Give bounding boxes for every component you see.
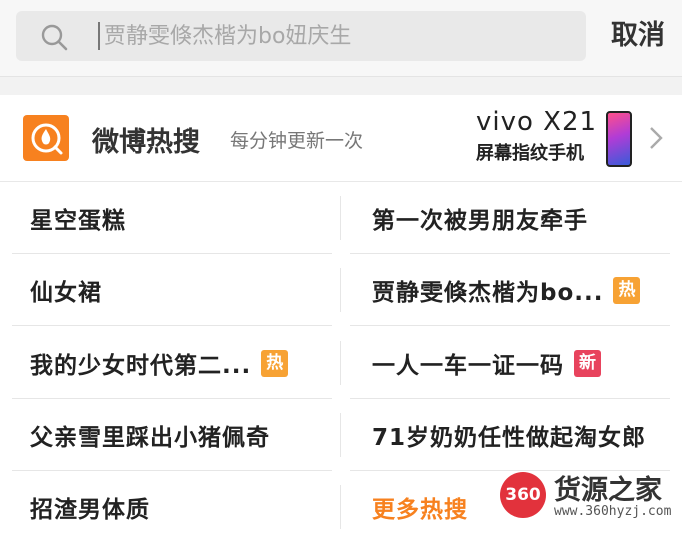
hot-search-label: 仙女裙 — [30, 280, 102, 306]
grid-divider — [340, 341, 341, 385]
search-box[interactable] — [16, 11, 586, 61]
weibo-hot-title: 微博热搜 — [92, 127, 200, 158]
hot-search-item[interactable]: 我的少女时代第二... 热 — [30, 327, 289, 399]
hot-search-item[interactable]: 仙女裙 — [30, 254, 102, 326]
vivo-ad-banner[interactable]: vivo X21 屏幕指纹手机 — [476, 107, 636, 167]
weibo-hot-subtitle: 每分钟更新一次 — [230, 130, 364, 152]
hot-badge: 热 — [261, 349, 289, 377]
phone-image — [606, 111, 632, 167]
hot-search-label: 71岁奶奶任性做起淘女郎 — [372, 425, 647, 451]
more-hot-search-label: 更多热搜 — [372, 497, 468, 523]
new-badge: 新 — [574, 349, 601, 377]
hot-search-label: 贾静雯倏杰楷为bo... — [372, 280, 604, 306]
hot-search-item[interactable]: 第一次被男朋友牵手 — [372, 182, 588, 254]
watermark: 360 货源之家 www.360hyzj.com — [500, 466, 682, 530]
grid-divider — [340, 268, 341, 312]
watermark-title: 货源之家 — [554, 475, 662, 506]
hot-search-label: 我的少女时代第二... — [30, 353, 252, 379]
search-bar: 取消 — [0, 0, 682, 76]
grid-divider — [340, 196, 341, 240]
hot-search-label: 招渣男体质 — [30, 497, 150, 523]
ad-brand: vivo X21 — [476, 107, 598, 137]
hot-search-item[interactable]: 71岁奶奶任性做起淘女郎 — [372, 399, 646, 471]
search-icon — [41, 24, 68, 51]
hot-search-label: 第一次被男朋友牵手 — [372, 208, 588, 234]
hot-search-item[interactable]: 贾静雯倏杰楷为bo... 热 — [372, 254, 641, 326]
hot-search-item[interactable]: 星空蛋糕 — [30, 182, 126, 254]
hot-search-label: 一人一车一证一码 — [372, 353, 564, 379]
hot-badge: 热 — [613, 276, 641, 304]
weibo-hot-header[interactable]: 微博热搜 每分钟更新一次 vivo X21 屏幕指纹手机 — [0, 95, 682, 182]
section-divider — [0, 76, 682, 95]
search-input[interactable] — [104, 19, 574, 53]
hot-search-label: 星空蛋糕 — [30, 208, 126, 234]
cancel-button[interactable]: 取消 — [598, 14, 678, 58]
hot-search-item[interactable]: 父亲雪里踩出小猪佩奇 — [30, 399, 270, 471]
grid-divider — [340, 413, 341, 457]
more-hot-search-link[interactable]: 更多热搜 — [372, 471, 468, 543]
hot-search-item[interactable]: 招渣男体质 — [30, 471, 150, 543]
hot-search-item[interactable]: 一人一车一证一码 新 — [372, 327, 601, 399]
watermark-logo: 360 — [500, 472, 546, 518]
hot-search-label: 父亲雪里踩出小猪佩奇 — [30, 425, 270, 451]
ad-model-text: 屏幕指纹手机 — [476, 143, 584, 164]
watermark-url: www.360hyzj.com — [554, 504, 672, 519]
chevron-right-icon[interactable] — [648, 125, 664, 151]
weibo-hot-icon — [23, 115, 69, 161]
grid-divider — [340, 485, 341, 529]
text-cursor — [98, 22, 100, 50]
